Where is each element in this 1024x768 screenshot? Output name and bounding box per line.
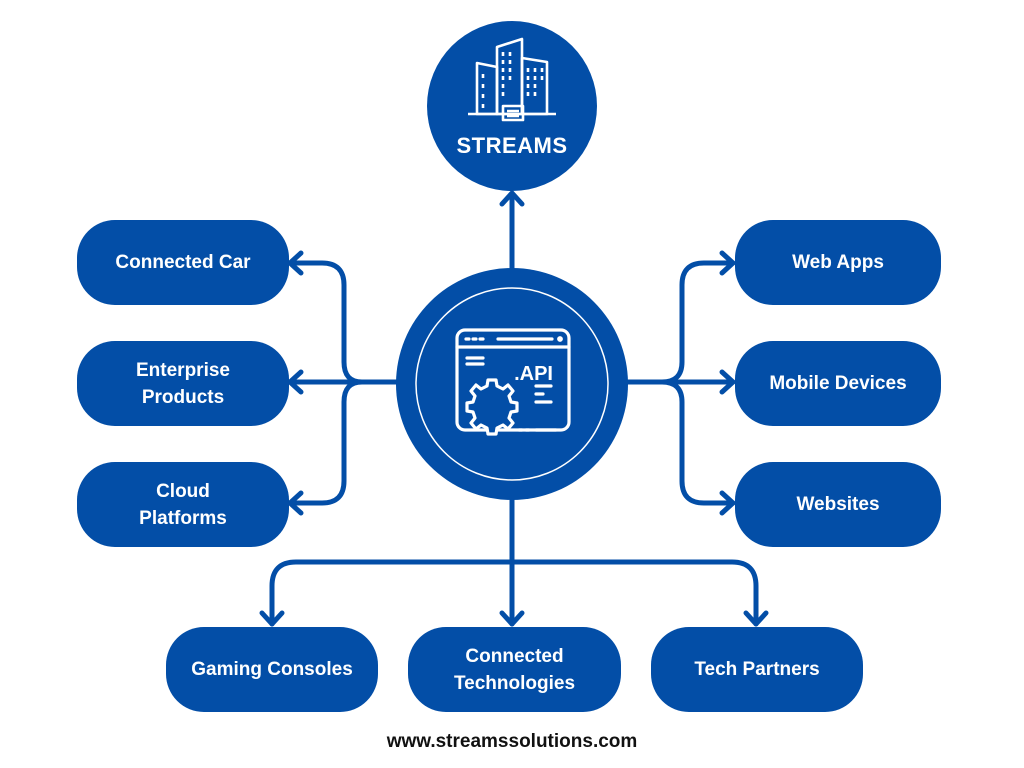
connector-to-cloud bbox=[287, 379, 365, 506]
node-tech-partners[interactable]: Tech Partners bbox=[651, 627, 863, 712]
api-hub-node[interactable]: .API bbox=[396, 268, 628, 500]
node-label-line2: Technologies bbox=[453, 672, 576, 694]
node-label: Tech Partners bbox=[694, 659, 820, 680]
connector-to-connected-car bbox=[287, 260, 365, 385]
node-gaming-consoles[interactable]: Gaming Consoles bbox=[166, 627, 378, 712]
node-connected-technologies[interactable]: Connected Technologies bbox=[408, 627, 621, 712]
node-cloud-platforms[interactable]: Cloud Platforms bbox=[77, 462, 289, 547]
connector-to-web-apps bbox=[659, 260, 736, 385]
streams-node[interactable] bbox=[427, 21, 597, 191]
footer-website-url[interactable]: www.streamssolutions.com bbox=[0, 731, 1024, 753]
node-label: Websites bbox=[796, 494, 880, 515]
node-label: Mobile Devices bbox=[769, 373, 907, 394]
node-label: Gaming Consoles bbox=[191, 659, 353, 680]
node-web-apps[interactable]: Web Apps bbox=[735, 220, 941, 305]
streams-label: STREAMS bbox=[456, 133, 568, 158]
node-label: Connected Car bbox=[115, 252, 251, 273]
node-label-line1: Connected bbox=[465, 645, 564, 667]
node-label-line1: Enterprise bbox=[136, 359, 230, 381]
node-label-line2: Platforms bbox=[139, 507, 227, 529]
connector-to-gaming-consoles bbox=[269, 559, 515, 627]
node-mobile-devices[interactable]: Mobile Devices bbox=[735, 341, 941, 426]
connector-to-websites bbox=[659, 379, 736, 506]
connector-to-tech-partners bbox=[509, 559, 759, 627]
node-label-line1: Cloud bbox=[156, 480, 210, 502]
node-label-line2: Products bbox=[141, 386, 225, 408]
node-websites[interactable]: Websites bbox=[735, 462, 941, 547]
api-icon-label: .API bbox=[514, 363, 553, 385]
node-label: Web Apps bbox=[792, 252, 884, 273]
node-connected-car[interactable]: Connected Car bbox=[77, 220, 289, 305]
node-enterprise-products[interactable]: Enterprise Products bbox=[77, 341, 289, 426]
